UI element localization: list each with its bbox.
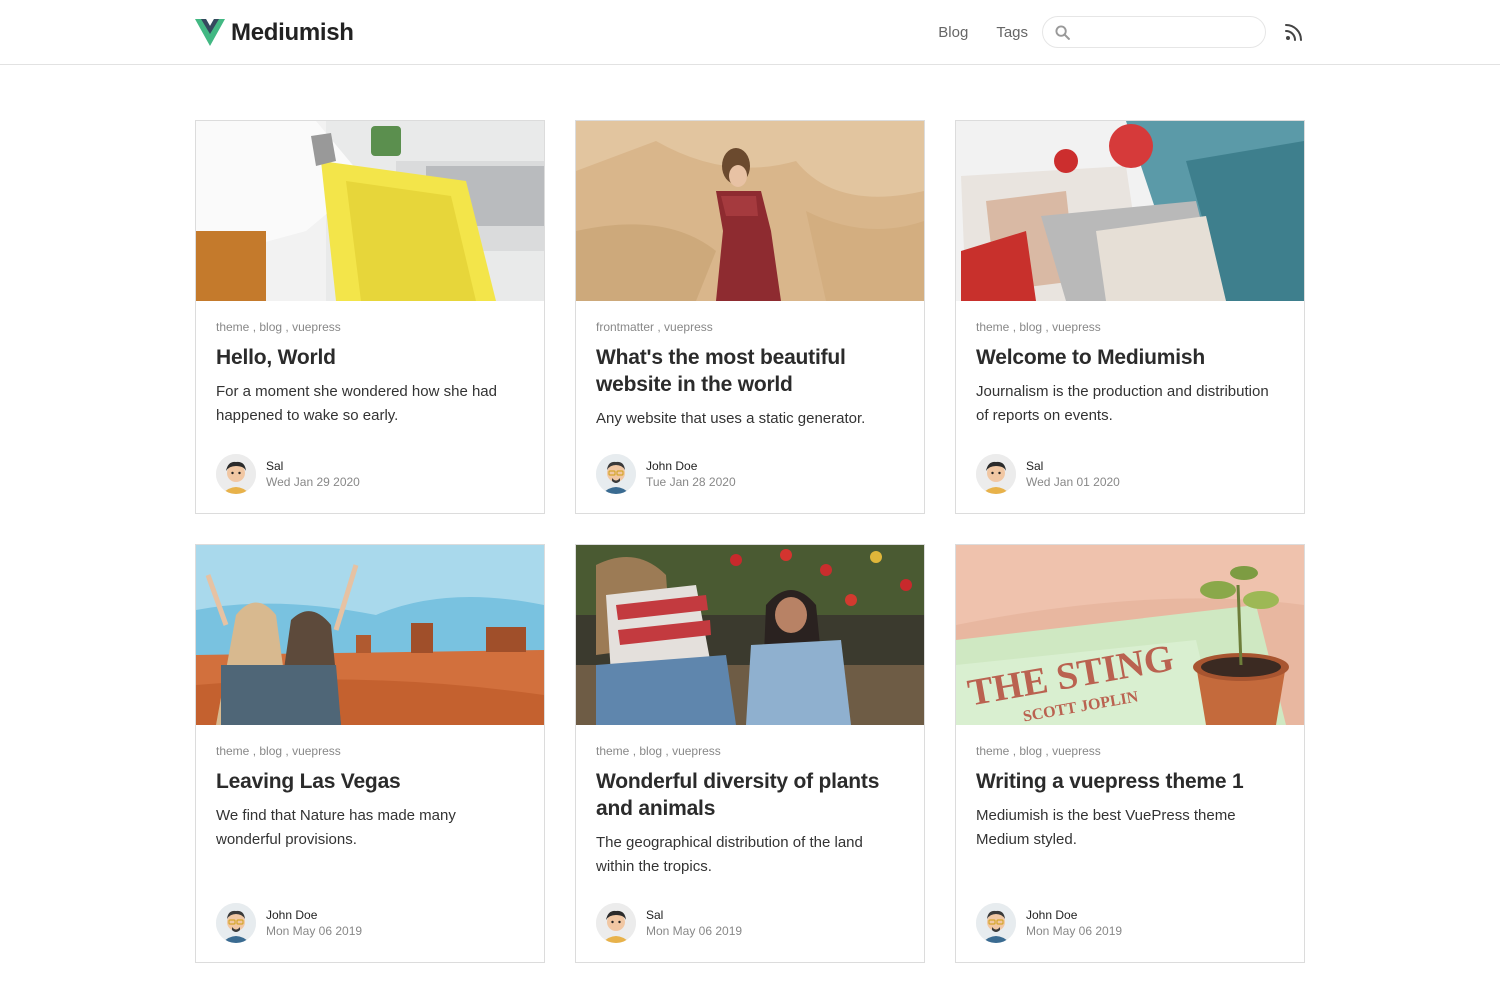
tag-link[interactable]: blog bbox=[259, 744, 282, 758]
main-nav: Blog Tags bbox=[938, 16, 1304, 48]
post-author: John Doe Tue Jan 28 2020 bbox=[596, 454, 736, 494]
post-tags: theme , blog , vuepress bbox=[216, 744, 341, 758]
post-date: Mon May 06 2019 bbox=[1026, 924, 1123, 938]
tag-link[interactable]: theme bbox=[596, 744, 629, 758]
author-name[interactable]: Sal bbox=[1026, 458, 1120, 474]
post-title[interactable]: Writing a vuepress theme 1 bbox=[976, 768, 1284, 795]
post-card[interactable]: theme , blog , vuepress Wonderful divers… bbox=[575, 544, 925, 963]
post-date: Wed Jan 01 2020 bbox=[1026, 475, 1120, 489]
post-tags: frontmatter , vuepress bbox=[596, 320, 713, 334]
post-image[interactable] bbox=[576, 121, 924, 301]
tag-link[interactable]: vuepress bbox=[1052, 320, 1101, 334]
post-tags: theme , blog , vuepress bbox=[596, 744, 721, 758]
post-title[interactable]: Leaving Las Vegas bbox=[216, 768, 524, 795]
search-input[interactable] bbox=[1077, 20, 1257, 44]
post-author: John Doe Mon May 06 2019 bbox=[216, 903, 362, 943]
nav-link-blog[interactable]: Blog bbox=[938, 24, 968, 41]
post-card[interactable]: theme , blog , vuepress Leaving Las Vega… bbox=[195, 544, 545, 963]
author-name[interactable]: John Doe bbox=[266, 907, 362, 923]
post-excerpt: Mediumish is the best VuePress theme Med… bbox=[976, 807, 1236, 848]
author-name[interactable]: Sal bbox=[266, 458, 360, 474]
post-title[interactable]: Welcome to Mediumish bbox=[976, 344, 1284, 371]
author-avatar[interactable] bbox=[976, 454, 1016, 494]
post-image[interactable] bbox=[576, 545, 924, 725]
author-avatar[interactable] bbox=[596, 903, 636, 943]
author-avatar[interactable] bbox=[216, 454, 256, 494]
tag-link[interactable]: blog bbox=[639, 744, 662, 758]
tag-link[interactable]: blog bbox=[1019, 320, 1042, 334]
post-author: Sal Mon May 06 2019 bbox=[596, 903, 742, 943]
search-box[interactable] bbox=[1042, 16, 1266, 48]
site-name: Mediumish bbox=[231, 19, 354, 46]
post-excerpt: Any website that uses a static generator… bbox=[596, 410, 866, 427]
author-name[interactable]: John Doe bbox=[646, 458, 736, 474]
post-title[interactable]: Hello, World bbox=[216, 344, 524, 371]
author-avatar[interactable] bbox=[976, 903, 1016, 943]
tag-link[interactable]: vuepress bbox=[292, 320, 341, 334]
post-card[interactable]: theme , blog , vuepress Welcome to Mediu… bbox=[955, 120, 1305, 514]
post-author: Sal Wed Jan 29 2020 bbox=[216, 454, 360, 494]
post-grid: theme , blog , vuepress Hello, World For… bbox=[195, 120, 1305, 963]
tag-link[interactable]: blog bbox=[259, 320, 282, 334]
author-name[interactable]: John Doe bbox=[1026, 907, 1122, 923]
post-tags: theme , blog , vuepress bbox=[216, 320, 341, 334]
tag-link[interactable]: theme bbox=[216, 744, 249, 758]
tag-link[interactable]: vuepress bbox=[1052, 744, 1101, 758]
post-title[interactable]: Wonderful diversity of plants and animal… bbox=[596, 768, 904, 822]
post-card[interactable]: THE STING SCOTT JOPLIN theme , blog , vu… bbox=[955, 544, 1305, 963]
post-image[interactable] bbox=[196, 121, 544, 301]
tag-link[interactable]: theme bbox=[976, 320, 1009, 334]
post-card[interactable]: theme , blog , vuepress Hello, World For… bbox=[195, 120, 545, 514]
post-excerpt: Journalism is the production and distrib… bbox=[976, 383, 1269, 424]
tag-link[interactable]: vuepress bbox=[664, 320, 713, 334]
search-icon bbox=[1055, 25, 1070, 40]
post-image[interactable]: THE STING SCOTT JOPLIN bbox=[956, 545, 1304, 725]
post-image[interactable] bbox=[956, 121, 1304, 301]
post-date: Wed Jan 29 2020 bbox=[266, 475, 360, 489]
site-header: Mediumish Blog Tags bbox=[0, 0, 1500, 65]
post-date: Mon May 06 2019 bbox=[266, 924, 363, 938]
post-excerpt: We find that Nature has made many wonder… bbox=[216, 807, 456, 848]
tag-link[interactable]: vuepress bbox=[672, 744, 721, 758]
author-avatar[interactable] bbox=[216, 903, 256, 943]
post-author: Sal Wed Jan 01 2020 bbox=[976, 454, 1120, 494]
post-excerpt: For a moment she wondered how she had ha… bbox=[216, 383, 497, 424]
site-logo-link[interactable]: Mediumish bbox=[195, 17, 354, 49]
author-name[interactable]: Sal bbox=[646, 907, 742, 923]
post-tags: theme , blog , vuepress bbox=[976, 744, 1101, 758]
tag-link[interactable]: theme bbox=[216, 320, 249, 334]
post-excerpt: The geographical distribution of the lan… bbox=[596, 834, 863, 875]
tag-link[interactable]: vuepress bbox=[292, 744, 341, 758]
post-date: Tue Jan 28 2020 bbox=[646, 475, 736, 489]
post-author: John Doe Mon May 06 2019 bbox=[976, 903, 1122, 943]
post-image[interactable] bbox=[196, 545, 544, 725]
tag-link[interactable]: theme bbox=[976, 744, 1009, 758]
rss-icon[interactable] bbox=[1284, 22, 1304, 42]
post-tags: theme , blog , vuepress bbox=[976, 320, 1101, 334]
nav-link-tags[interactable]: Tags bbox=[996, 24, 1028, 41]
vue-logo-icon bbox=[195, 19, 225, 46]
author-avatar[interactable] bbox=[596, 454, 636, 494]
tag-link[interactable]: blog bbox=[1019, 744, 1042, 758]
post-title[interactable]: What's the most beautiful website in the… bbox=[596, 344, 904, 398]
post-date: Mon May 06 2019 bbox=[646, 924, 743, 938]
post-card[interactable]: frontmatter , vuepress What's the most b… bbox=[575, 120, 925, 514]
tag-link[interactable]: frontmatter bbox=[596, 320, 654, 334]
